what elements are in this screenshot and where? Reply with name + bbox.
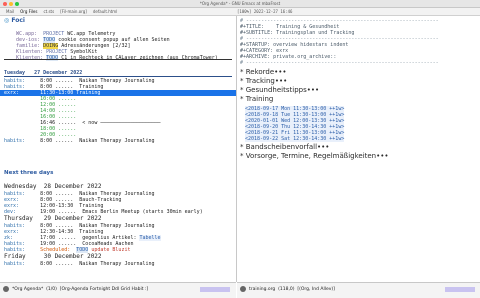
heading-vorsorge[interactable]: * Vorsorge, Termine, Regelmäßigkeiten••• xyxy=(240,153,389,160)
tab-mail[interactable]: Mail xyxy=(6,9,14,14)
agenda-modeline: *Org Agenda* (1/0) [Org-Agenda Fortnight… xyxy=(0,282,236,298)
agenda-pane[interactable]: ◎ Foci WC.app: PROJECT WC.app Telemetry … xyxy=(0,16,236,282)
heading-tracking[interactable]: * Tracking••• xyxy=(240,78,287,85)
target-icon: ◎ xyxy=(4,17,10,24)
day-heading: Friday 30 December 2022 xyxy=(4,253,102,260)
foci-title: Foci xyxy=(11,17,25,24)
scroll-indicator xyxy=(200,287,230,292)
day-heading: Thursday 29 December 2022 xyxy=(4,215,102,222)
tab-ct-sts[interactable]: ct.sts xyxy=(43,9,54,14)
heading-training[interactable]: * Training xyxy=(240,96,273,103)
agenda-row[interactable]: habits: 8:00 ...... Naikan Therapy Journ… xyxy=(4,138,155,144)
time: 8:00 ...... xyxy=(40,138,74,144)
file-modeline: training.org (118,0) [(Org, Ind Allev)] xyxy=(237,282,480,298)
item-text: Training xyxy=(76,90,101,96)
category: habits: xyxy=(4,138,26,144)
agenda-row[interactable]: habits: 8:00 ...... Naikan Therapy Journ… xyxy=(4,261,155,267)
item-text: Naikan Therapy Journaling xyxy=(79,261,155,267)
file-modeline-text: training.org (118,0) [(Org, Ind Allev)] xyxy=(249,287,335,292)
next-days-heading: Next three days xyxy=(4,170,54,176)
tabbar-status: [100%] 2022-12-27 16:46 xyxy=(237,9,293,14)
timestamp-entry[interactable]: <2018-09-22 Sat 12:30-14:30 ++1w> xyxy=(245,136,345,142)
window-titlebar: *Org Agenda* - GNU Emacs at mbaFrost xyxy=(0,0,480,8)
day-heading: Wednesday 28 December 2022 xyxy=(4,183,102,190)
heading-gesundheitstipps[interactable]: * Gesundheitstipps••• xyxy=(240,87,319,94)
foci-row[interactable]: Klienten: TODO C1 in Rechteck in CALayer… xyxy=(4,49,218,61)
tab-org-files[interactable]: Org Files xyxy=(20,9,37,14)
separator xyxy=(4,59,232,60)
org-file-pane[interactable]: # --------------------------------------… xyxy=(237,16,480,282)
comment-line: # --------------------------------------… xyxy=(240,60,439,66)
buffer-status-icon xyxy=(240,286,246,292)
tab-default-html[interactable]: default.html xyxy=(93,9,117,14)
heading-rekorde[interactable]: * Rekorde••• xyxy=(240,69,287,76)
agenda-modeline-text: *Org Agenda* (1/0) [Org-Agenda Fortnight… xyxy=(12,287,149,292)
tab-fil-main[interactable]: [Fil-main.org] xyxy=(60,9,87,14)
timestamp: <2018-09-22 Sat 12:30-14:30 ++1w> xyxy=(245,136,345,142)
today-underline xyxy=(4,76,232,77)
table-link[interactable]: Tabelle xyxy=(139,235,161,241)
tab-bar: Mail Org Files ct.sts [Fil-main.org] def… xyxy=(0,8,480,16)
buffer-status-icon xyxy=(3,286,9,292)
item-text: Naikan Therapy Journaling xyxy=(79,138,155,144)
category: habits: xyxy=(4,261,26,267)
window-title: *Org Agenda* - GNU Emacs at mbaFrost xyxy=(199,1,281,6)
item-text: C1 in Rechteck in CALayer zeichnen (aus … xyxy=(61,55,218,61)
category: Klienten: xyxy=(16,55,44,61)
now-marker: < now ──────────────────── xyxy=(82,120,161,126)
heading-bandscheibenvorfall[interactable]: * Bandscheibenvorfall••• xyxy=(240,144,329,151)
scroll-indicator xyxy=(445,287,475,292)
keyword: TODO xyxy=(46,55,59,61)
time: 8:00 ...... xyxy=(40,261,74,267)
foci-heading: ◎ Foci xyxy=(4,17,25,24)
